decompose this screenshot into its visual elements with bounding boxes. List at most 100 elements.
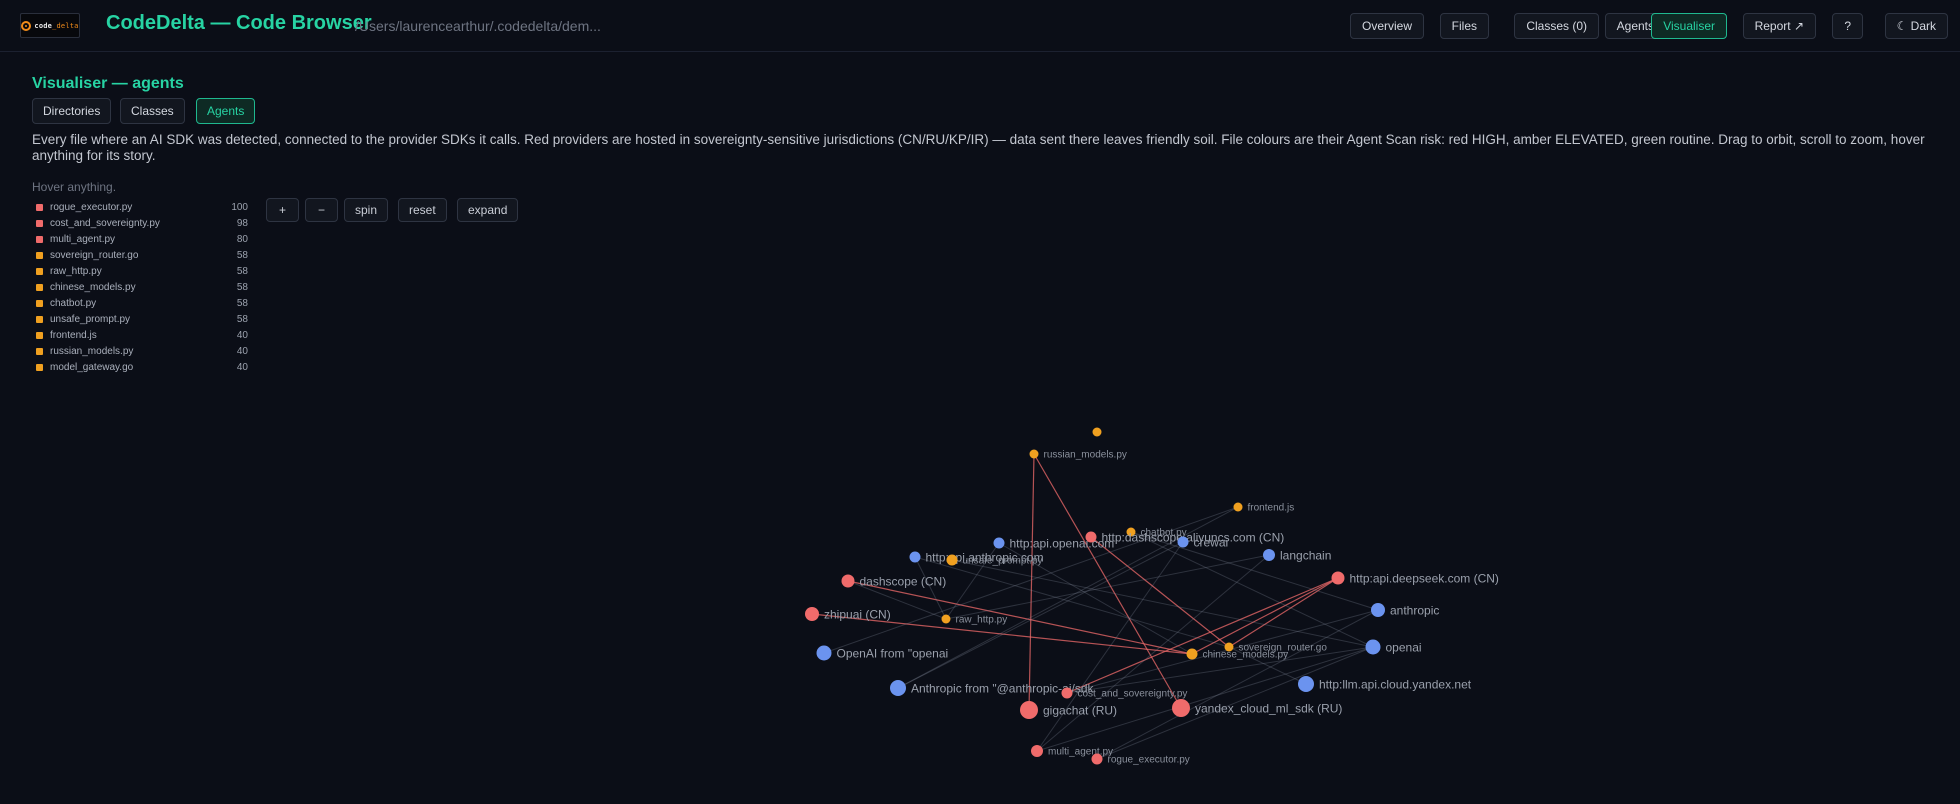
risk-swatch (36, 331, 43, 339)
file-risk-list: rogue_executor.py 100 cost_and_sovereignty… (36, 199, 248, 375)
graph-node-yandex_api[interactable] (1298, 676, 1314, 692)
graph-node-langchain[interactable] (1263, 549, 1275, 561)
graph-node-anthropic_from[interactable] (890, 680, 906, 696)
graph-node-label: chinese_models.py (1203, 650, 1289, 661)
zoom-out-button[interactable]: − (305, 198, 339, 222)
graph-node-anthropic[interactable] (1371, 603, 1385, 617)
nav-visualiser-button[interactable]: Visualiser (1651, 13, 1727, 39)
file-row[interactable]: sovereign_router.go 58 (36, 247, 248, 263)
graph-node-multi[interactable] (1031, 745, 1043, 757)
sovereign-edge (847, 580, 1193, 655)
graph-node-label: raw_http.py (956, 615, 1008, 626)
tab-agents[interactable]: Agents (196, 98, 256, 124)
graph-node-label: anthropic (1390, 603, 1439, 617)
file-name: chatbot.py (50, 297, 97, 309)
risk-swatch (36, 347, 43, 355)
file-score: 58 (236, 281, 248, 293)
file-score: 98 (236, 217, 248, 229)
graph-node-label: rogue_executor.py (1108, 755, 1190, 766)
nav-report-button[interactable]: Report ↗ (1742, 13, 1816, 39)
risk-swatch (36, 267, 43, 275)
graph-node-unsafe[interactable] (946, 554, 958, 566)
top-bar: code_delta CodeDelta — Code Browser /Use… (0, 0, 1960, 52)
sovereign-edge (1028, 453, 1035, 711)
graph-node-label: yandex_cloud_ml_sdk (RU) (1195, 701, 1342, 715)
file-row[interactable]: cost_and_sovereignty.py 98 (36, 215, 248, 231)
agents-graph[interactable]: russian_models.py frontend.js chatbot.py ht… (0, 0, 1960, 804)
graph-node-label: gigachat (RU) (1043, 703, 1117, 717)
graph-node-cost[interactable] (1061, 687, 1073, 699)
file-name: multi_agent.py (50, 233, 116, 245)
graph-node-label: langchain (1280, 548, 1331, 562)
file-row[interactable]: multi_agent.py 80 (36, 231, 248, 247)
graph-node-dashscope_api[interactable] (1085, 531, 1097, 543)
graph-node-zhipuai[interactable] (805, 607, 819, 621)
sovereign-edge (1033, 453, 1182, 709)
file-score: 58 (236, 297, 248, 309)
zoom-in-button[interactable]: + (266, 198, 300, 222)
graph-node-crewai[interactable] (1177, 536, 1189, 548)
reset-button[interactable]: reset (398, 198, 447, 222)
graph-node-label: crewai (1194, 535, 1229, 549)
graph-node-label: zhipuai (CN) (824, 607, 891, 621)
graph-edge (1130, 531, 1374, 648)
graph-node-deepseek[interactable] (1331, 571, 1345, 585)
file-name: frontend.js (50, 329, 97, 341)
risk-swatch (36, 315, 43, 323)
file-row[interactable]: unsafe_prompt.py 58 (36, 311, 248, 327)
file-row[interactable]: russian_models.py 40 (36, 343, 248, 359)
graph-node-openai[interactable] (1365, 639, 1381, 655)
graph-node-openai_api[interactable] (993, 537, 1005, 549)
graph-node-label: russian_models.py (1044, 450, 1127, 461)
file-row[interactable]: chatbot.py 58 (36, 295, 248, 311)
graph-node-rawhttp[interactable] (941, 614, 951, 624)
file-score: 40 (236, 345, 248, 357)
sovereign-edge (1090, 536, 1230, 648)
graph-node-label: dashscope (CN) (860, 574, 947, 588)
graph-nodes: russian_models.pyfrontend.jschatbot.pyht… (805, 427, 1499, 766)
tab-directories[interactable]: Directories (32, 98, 112, 124)
spin-button[interactable]: spin (344, 198, 389, 222)
file-name: cost_and_sovereignty.py (50, 217, 160, 229)
file-score: 58 (236, 249, 248, 261)
file-score: 100 (231, 201, 248, 213)
risk-swatch (36, 363, 43, 371)
help-button[interactable]: ? (1832, 13, 1863, 39)
graph-node-label: openai (1386, 640, 1422, 654)
risk-swatch (36, 283, 43, 291)
graph-node-openai_from[interactable] (816, 645, 832, 661)
nav-overview-button[interactable]: Overview (1349, 13, 1424, 39)
graph-node-frontend[interactable] (1233, 502, 1243, 512)
graph-node-label: http:api.deepseek.com (CN) (1350, 571, 1499, 585)
graph-node-gigachat[interactable] (1020, 701, 1038, 719)
file-score: 58 (236, 265, 248, 277)
graph-node-chinese[interactable] (1186, 648, 1198, 660)
risk-swatch (36, 251, 43, 259)
expand-button[interactable]: expand (457, 198, 519, 222)
nav-classes-button[interactable]: Classes (0) (1514, 13, 1599, 39)
visualiser-description: Every file where an AI SDK was detected,… (32, 132, 1925, 163)
graph-node-unlabeled[interactable] (1092, 427, 1102, 437)
graph-node-dashscope[interactable] (841, 574, 855, 588)
graph-node-rogue[interactable] (1091, 753, 1103, 765)
risk-swatch (36, 219, 43, 227)
theme-toggle-button[interactable]: ☾ Dark (1884, 13, 1948, 39)
graph-node-anthropic_api[interactable] (909, 551, 921, 563)
graph-node-yandex[interactable] (1172, 699, 1190, 717)
file-name: rogue_executor.py (50, 201, 133, 213)
graph-node-russian[interactable] (1029, 449, 1039, 459)
file-score: 80 (236, 233, 248, 245)
codedelta-logo[interactable]: code_delta (20, 13, 80, 38)
graph-node-label: cost_and_sovereignty.py (1078, 689, 1188, 700)
file-row[interactable]: frontend.js 40 (36, 327, 248, 343)
file-row[interactable]: raw_http.py 58 (36, 263, 248, 279)
graph-node-label: http:llm.api.cloud.yandex.net (1319, 677, 1472, 691)
file-row[interactable]: rogue_executor.py 100 (36, 199, 248, 215)
tab-classes[interactable]: Classes (120, 98, 185, 124)
file-row[interactable]: model_gateway.go 40 (36, 359, 248, 375)
graph-node-label: OpenAI from "openai (837, 646, 949, 660)
file-name: model_gateway.go (50, 361, 134, 373)
visualiser-title: Visualiser — agents (32, 75, 184, 92)
nav-files-button[interactable]: Files (1439, 13, 1489, 39)
file-row[interactable]: chinese_models.py 58 (36, 279, 248, 295)
